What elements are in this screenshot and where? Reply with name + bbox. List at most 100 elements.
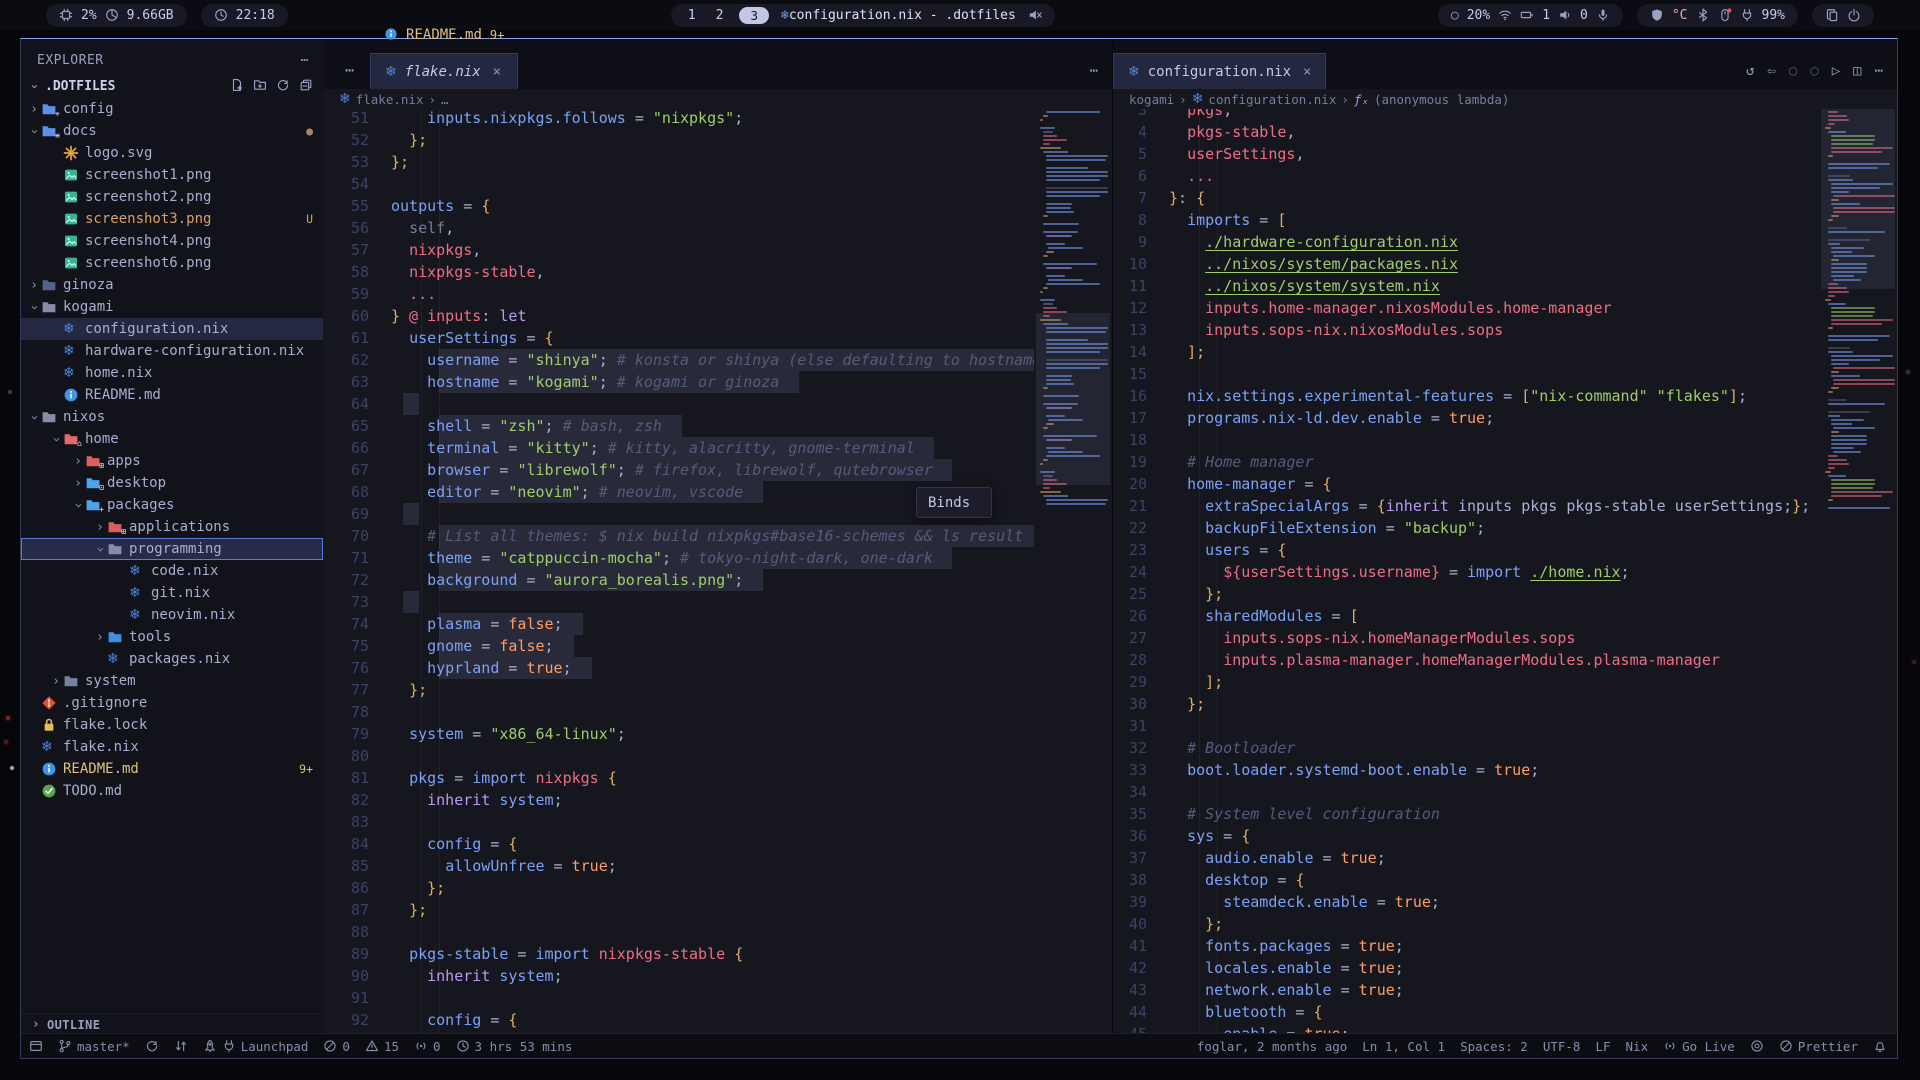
- workspace-2[interactable]: 2: [712, 8, 728, 23]
- status-right-nix[interactable]: Nix: [1626, 1039, 1649, 1054]
- more-actions-button[interactable]: ⋯: [1090, 63, 1098, 79]
- tree-item-flake-nix[interactable]: ❄flake.nix: [21, 736, 323, 758]
- tree-item-screenshot2-png[interactable]: screenshot2.png: [21, 186, 323, 208]
- collapse-folders-button[interactable]: [299, 78, 313, 94]
- tree-item-programming[interactable]: ›programming: [21, 538, 323, 560]
- tree-item-logo-svg[interactable]: logo.svg: [21, 142, 323, 164]
- more-actions-button[interactable]: ⋯: [1875, 63, 1883, 79]
- tree-item-screenshot3-png[interactable]: screenshot3.pngU: [21, 208, 323, 230]
- status-left-3-hrs-53-mins[interactable]: 3 hrs 53 mins: [456, 1039, 573, 1054]
- tree-item-packages[interactable]: ›+packages: [21, 494, 323, 516]
- status-right-lf[interactable]: LF: [1595, 1039, 1610, 1054]
- tree-item-kogami[interactable]: ›kogami: [21, 296, 323, 318]
- close-tab-icon[interactable]: ×: [493, 64, 501, 80]
- tree-item-flake-lock[interactable]: flake.lock: [21, 714, 323, 736]
- prev-change-icon[interactable]: ○: [1789, 63, 1797, 79]
- close-tab-icon[interactable]: ×: [1303, 64, 1311, 80]
- run-icon[interactable]: ▷: [1832, 63, 1840, 79]
- breadcrumb-segment[interactable]: flake.nix: [356, 92, 424, 107]
- tree-item-home-nix[interactable]: ❄home.nix: [21, 362, 323, 384]
- tab-overflow-button[interactable]: ⋯: [323, 61, 370, 89]
- tree-item-screenshot6-png[interactable]: screenshot6.png: [21, 252, 323, 274]
- tree-item--gitignore[interactable]: .gitignore: [21, 692, 323, 714]
- breadcrumb-segment[interactable]: configuration.nix: [1208, 92, 1336, 107]
- tree-item-config[interactable]: ›✳config: [21, 98, 323, 120]
- status-right-spaces-2[interactable]: Spaces: 2: [1460, 1039, 1528, 1054]
- wifi-icon[interactable]: [1498, 8, 1512, 22]
- workspace-section-header[interactable]: › .DOTFILES: [21, 74, 323, 98]
- workspace-1[interactable]: 1: [684, 8, 700, 23]
- tab-readme-md[interactable]: README.md9+: [370, 17, 518, 53]
- tree-item-system[interactable]: ›system: [21, 670, 323, 692]
- explorer-more-button[interactable]: ⋯: [301, 53, 309, 68]
- tree-item-screenshot4-png[interactable]: screenshot4.png: [21, 230, 323, 252]
- tree-item-applications[interactable]: ›⊞applications: [21, 516, 323, 538]
- tree-item-git-nix[interactable]: ❄git.nix: [21, 582, 323, 604]
- tab-configuration-nix[interactable]: ❄configuration.nix×: [1113, 53, 1326, 89]
- workspace-3-active[interactable]: 3: [739, 7, 769, 24]
- line-number: 32: [1113, 737, 1147, 759]
- refresh-explorer-button[interactable]: [276, 78, 290, 94]
- tree-item-todo-md[interactable]: TODO.md: [21, 780, 323, 802]
- status-left-0[interactable]: 0: [414, 1039, 441, 1054]
- microphone-icon[interactable]: [1596, 8, 1610, 22]
- tree-item-home[interactable]: ›⌂home: [21, 428, 323, 450]
- power-button-icon[interactable]: [1847, 8, 1861, 22]
- status-left-updown[interactable]: [174, 1039, 188, 1053]
- minimap[interactable]: [1036, 109, 1110, 1058]
- tree-item-desktop[interactable]: ›⊡desktop: [21, 472, 323, 494]
- code-editor-flake-nix[interactable]: 51 inputs.nixpkgs.follows = "nixpkgs";52…: [323, 109, 1112, 1058]
- status-right-bell[interactable]: [1873, 1039, 1887, 1053]
- breadcrumb[interactable]: ❄flake.nix›…: [323, 89, 1112, 109]
- open-changes-icon[interactable]: ⇦: [1767, 63, 1775, 79]
- status-left-0[interactable]: 0: [323, 1039, 350, 1054]
- tab-flake-nix[interactable]: ❄flake.nix×: [370, 53, 518, 89]
- tree-item-readme-md[interactable]: README.md9+: [21, 758, 323, 780]
- volume-icon[interactable]: [1558, 8, 1572, 22]
- new-folder-button[interactable]: [253, 78, 267, 94]
- tree-item-screenshot1-png[interactable]: screenshot1.png: [21, 164, 323, 186]
- vpn-shield-icon[interactable]: [1650, 8, 1664, 22]
- tree-item-tools[interactable]: ›tools: [21, 626, 323, 648]
- bluetooth-icon[interactable]: [1696, 8, 1710, 22]
- status-left-sync[interactable]: [145, 1039, 159, 1053]
- tree-item-nixos[interactable]: ›nixos: [21, 406, 323, 428]
- status-right-ln-1-col-1[interactable]: Ln 1, Col 1: [1362, 1039, 1445, 1054]
- status-left-launchpad[interactable]: Launchpad: [203, 1039, 309, 1054]
- tree-item-docs[interactable]: ›≡docs●: [21, 120, 323, 142]
- speaker-muted-icon[interactable]: [1028, 8, 1042, 22]
- status-right-prettier[interactable]: Prettier: [1779, 1039, 1858, 1054]
- breadcrumb-segment[interactable]: kogami: [1129, 92, 1174, 107]
- outline-section[interactable]: › OUTLINE: [21, 1014, 323, 1035]
- brightness-level[interactable]: 20%: [1467, 8, 1490, 23]
- minimap-slider[interactable]: [1036, 313, 1110, 485]
- clipboard-icon[interactable]: [1825, 8, 1839, 22]
- split-editor-icon[interactable]: ◫: [1853, 63, 1861, 79]
- tree-item-apps[interactable]: ›⊞apps: [21, 450, 323, 472]
- minimap[interactable]: [1821, 109, 1895, 1058]
- breadcrumb-segment[interactable]: …: [441, 92, 449, 107]
- temperature-icon[interactable]: °C: [1672, 8, 1688, 23]
- mouse-icon[interactable]: [1718, 8, 1732, 22]
- status-right-foglar-2-months-ago[interactable]: foglar, 2 months ago: [1197, 1039, 1348, 1054]
- status-right-go-live[interactable]: Go Live: [1663, 1039, 1735, 1054]
- tree-item-hardware-configuration-nix[interactable]: ❄hardware-configuration.nix: [21, 340, 323, 362]
- tree-item-neovim-nix[interactable]: ❄neovim.nix: [21, 604, 323, 626]
- status-right-ext[interactable]: [1750, 1039, 1764, 1053]
- tree-item-configuration-nix[interactable]: ❄configuration.nix: [21, 318, 323, 340]
- breadcrumb[interactable]: kogami›❄configuration.nix›ƒₓ(anonymous l…: [1113, 89, 1897, 109]
- status-left-window[interactable]: [29, 1039, 43, 1053]
- code-editor-configuration-nix[interactable]: 3 pkgs,4 pkgs-stable,5 userSettings,6 ..…: [1113, 109, 1897, 1058]
- tree-item-code-nix[interactable]: ❄code.nix: [21, 560, 323, 582]
- next-change-icon[interactable]: ○: [1810, 63, 1818, 79]
- tree-item-ginoza[interactable]: ›ginoza: [21, 274, 323, 296]
- breadcrumb-segment[interactable]: (anonymous lambda): [1374, 92, 1509, 107]
- timeline-icon[interactable]: ↺: [1746, 63, 1754, 79]
- tree-item-packages-nix[interactable]: ❄packages.nix: [21, 648, 323, 670]
- status-left-master-[interactable]: master*: [58, 1039, 130, 1054]
- minimap-slider[interactable]: [1821, 109, 1895, 289]
- status-right-utf-8[interactable]: UTF-8: [1543, 1039, 1581, 1054]
- new-file-button[interactable]: [230, 78, 244, 94]
- tree-item-readme-md[interactable]: README.md: [21, 384, 323, 406]
- status-left-15[interactable]: 15: [365, 1039, 399, 1054]
